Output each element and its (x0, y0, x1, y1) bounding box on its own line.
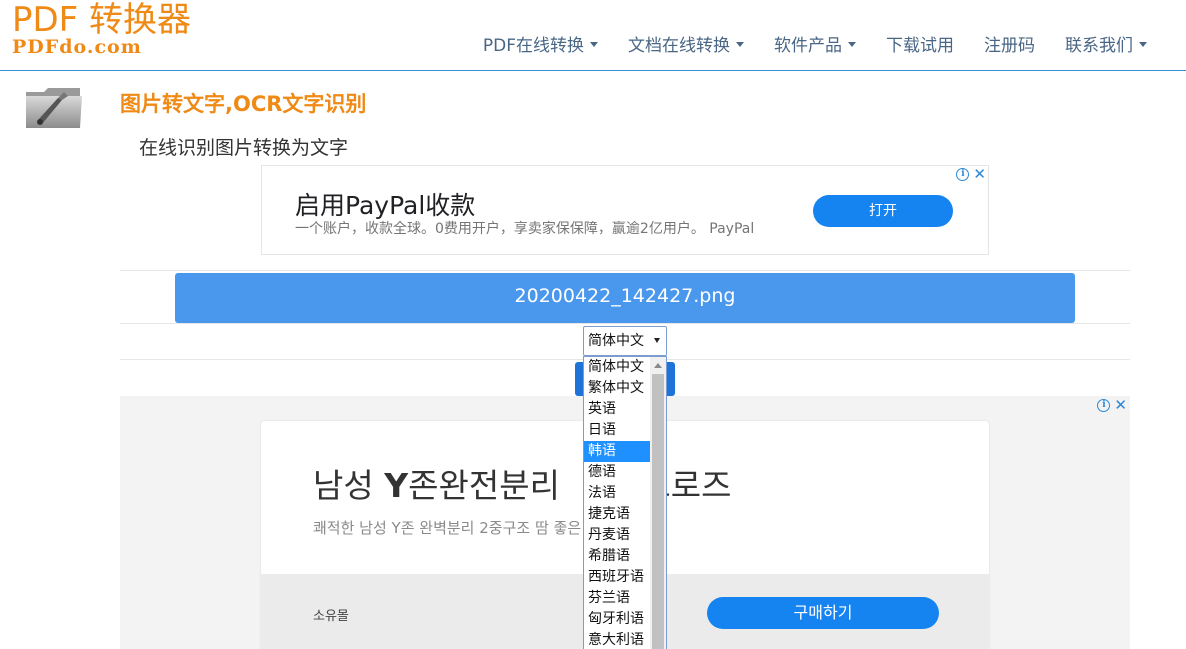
ad-title-part: 남성 (313, 466, 385, 505)
ad-title-bold: Y (384, 466, 409, 505)
nav-register[interactable]: 注册码 (969, 33, 1050, 59)
info-icon[interactable]: i (956, 168, 970, 181)
divider (120, 270, 1130, 271)
info-icon[interactable]: i (1097, 399, 1111, 412)
language-option[interactable]: 日语 (584, 420, 651, 441)
ad-badge: i ✕ (1097, 398, 1127, 413)
caret-down-icon (590, 41, 598, 47)
close-icon[interactable]: ✕ (1114, 398, 1127, 413)
caret-down-icon (848, 41, 856, 47)
divider (120, 323, 1130, 324)
language-option[interactable]: 捷克语 (584, 504, 651, 525)
ad-title: 남성 Y존완전분리 드로즈 (313, 459, 732, 507)
nav-doc-convert[interactable]: 文档在线转换 (613, 33, 759, 59)
scroll-up-arrow-icon[interactable] (654, 363, 662, 368)
nav-label: 文档在线转换 (628, 36, 730, 56)
language-option-highlighted[interactable]: 韩语 (584, 441, 651, 462)
nav-label: 注册码 (984, 36, 1035, 56)
nav-download[interactable]: 下载试用 (871, 33, 969, 59)
dropdown-arrow-icon (654, 338, 660, 343)
language-option[interactable]: 法语 (584, 483, 651, 504)
close-icon[interactable]: ✕ (973, 167, 986, 182)
scrollbar-thumb[interactable] (652, 374, 664, 649)
language-dropdown-list[interactable]: 简体中文 繁体中文 英语 日语 韩语 德语 法语 捷克语 丹麦语 希腊语 西班牙… (583, 356, 667, 649)
language-option[interactable]: 意大利语 (584, 630, 651, 649)
nav-software[interactable]: 软件产品 (759, 33, 871, 59)
nav-label: PDF在线转换 (482, 36, 584, 56)
ad-title: 启用PayPal收款 (295, 191, 476, 220)
language-option[interactable]: 德语 (584, 462, 651, 483)
language-option[interactable]: 希腊语 (584, 546, 651, 567)
ad-description: 쾌적한 남성 Y존 완벽분리 2중구조 땀 좋은 드로즈 (313, 519, 628, 537)
caret-down-icon (1139, 41, 1147, 47)
site-header: PDF 转换器 PDFdo.com PDF在线转换 文档在线转换 软件产品 下载… (0, 0, 1186, 71)
nav-label: 软件产品 (774, 36, 842, 56)
logo-subtitle: PDFdo.com (12, 36, 142, 58)
nav-label: 下载试用 (886, 36, 954, 56)
language-select-value: 简体中文 (588, 333, 644, 349)
nav-contact[interactable]: 联系我们 (1050, 33, 1162, 59)
logo-title: PDF 转换器 (12, 0, 192, 40)
selected-file-bar[interactable]: 20200422_142427.png (175, 273, 1075, 323)
language-option[interactable]: 丹麦语 (584, 525, 651, 546)
ad-title-part: 존완전분리 (408, 466, 571, 505)
language-option[interactable]: 繁体中文 (584, 378, 651, 399)
main-nav: PDF在线转换 文档在线转换 软件产品 下载试用 注册码 联系我们 (468, 33, 1162, 59)
folder-tools-icon (24, 84, 84, 132)
language-option[interactable]: 芬兰语 (584, 588, 651, 609)
ad-open-button[interactable]: 打开 (813, 195, 953, 227)
paypal-ad[interactable]: 启用PayPal收款 一个账户，收款全球。0费用开户，享卖家保保障，赢逾2亿用户… (261, 165, 989, 255)
ad-brand: 소유몰 (313, 609, 349, 624)
dropdown-scrollbar[interactable] (650, 357, 666, 649)
ad-badge: i ✕ (956, 167, 986, 182)
ad-buy-button[interactable]: 구매하기 (707, 597, 939, 629)
site-logo[interactable]: PDF 转换器 PDFdo.com (12, 0, 192, 58)
language-option[interactable]: 简体中文 (584, 357, 651, 378)
language-option[interactable]: 西班牙语 (584, 567, 651, 588)
page-subtitle: 在线识别图片转换为文字 (139, 137, 349, 159)
language-select[interactable]: 简体中文 (583, 326, 667, 356)
caret-down-icon (736, 41, 744, 47)
page-title: 图片转文字,OCR文字识别 (120, 92, 367, 116)
language-option[interactable]: 英语 (584, 399, 651, 420)
nav-pdf-convert[interactable]: PDF在线转换 (468, 33, 613, 59)
nav-label: 联系我们 (1065, 36, 1133, 56)
ad-description: 一个账户，收款全球。0费用开户，享卖家保保障，赢逾2亿用户。 PayPal (295, 221, 755, 237)
language-option[interactable]: 匈牙利语 (584, 609, 651, 630)
